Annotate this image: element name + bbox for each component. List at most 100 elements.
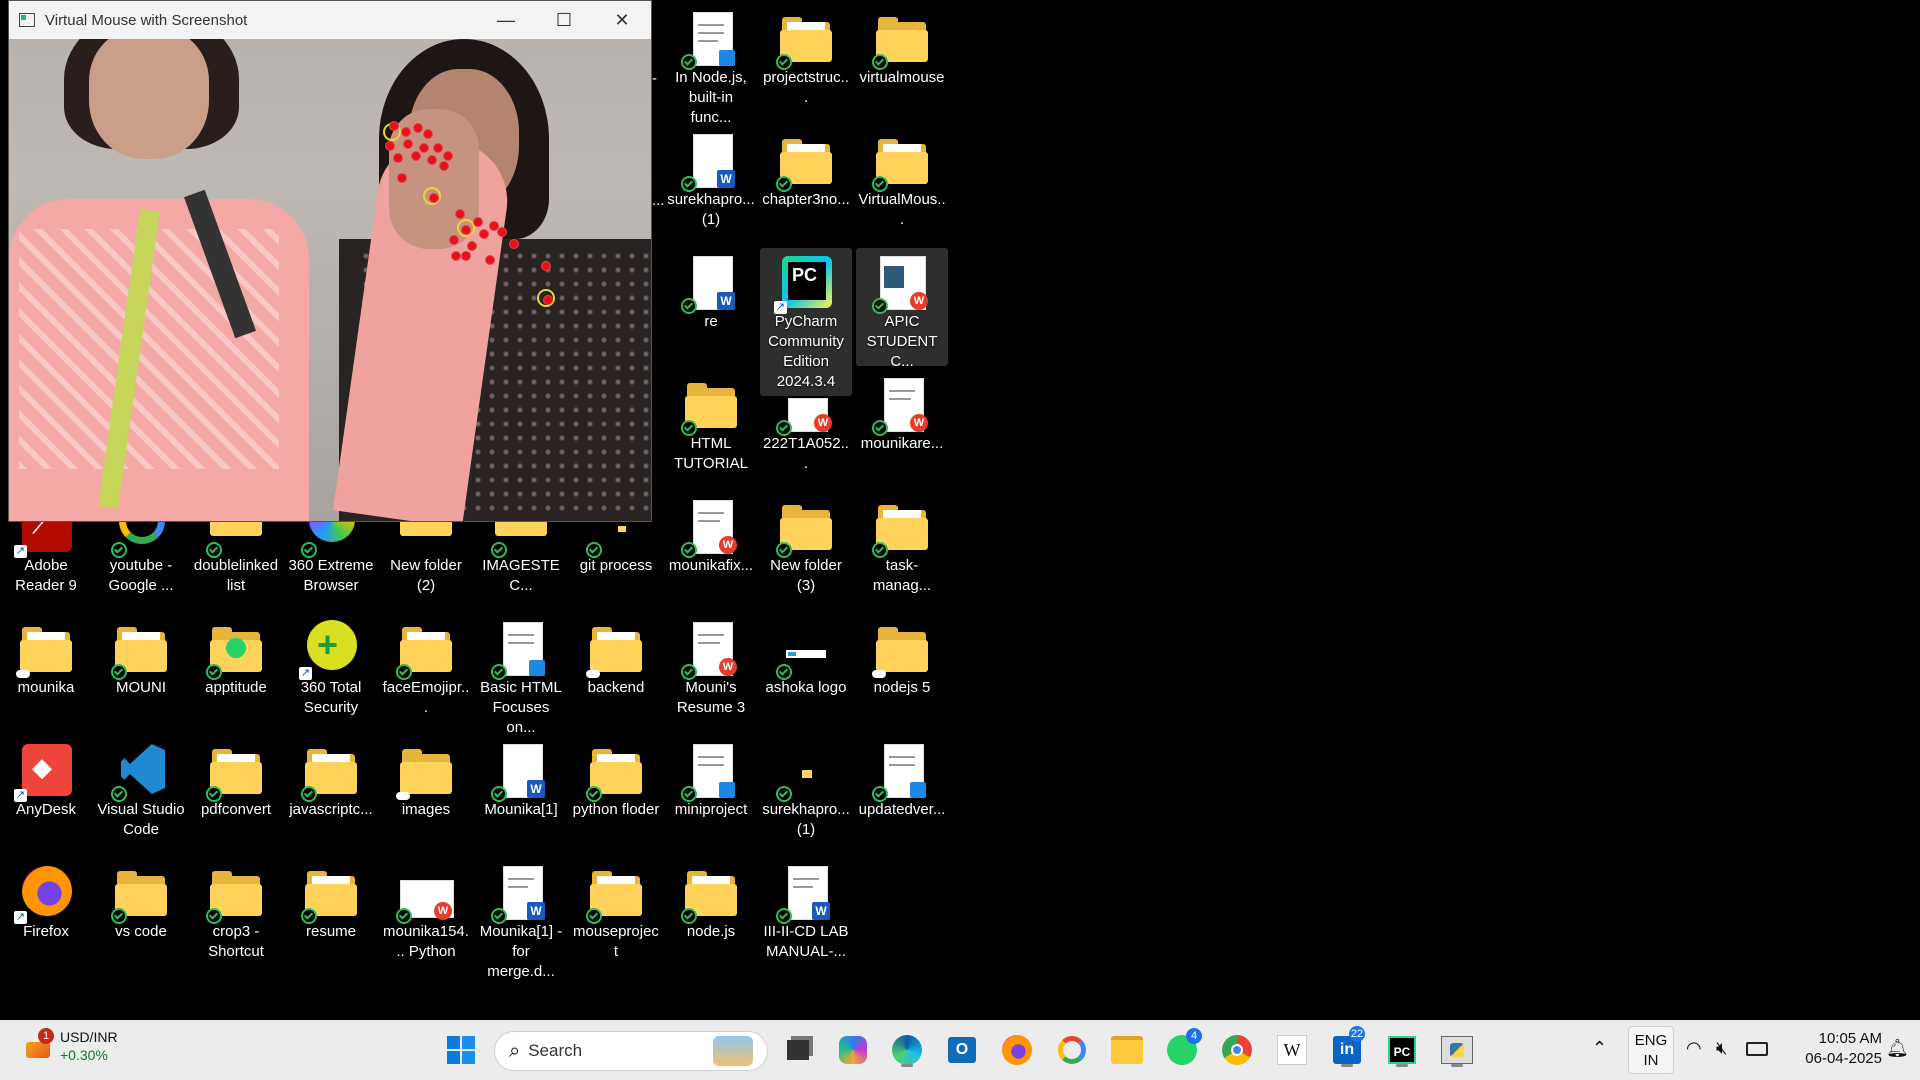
taskbar-search[interactable]: ⌕ Search <box>494 1031 768 1071</box>
desktop-icon-mounikafix[interactable]: W mounikafix... <box>665 492 757 610</box>
icon-label: Basic HTML Focuses on... <box>480 679 562 736</box>
notification-bell-icon[interactable]: 🔔︎ <box>1886 1038 1909 1059</box>
desktop-icon-vscode[interactable]: Visual Studio Code <box>95 736 187 854</box>
start-button[interactable] <box>441 1030 481 1070</box>
google-icon <box>1058 1036 1086 1064</box>
icon-label: apptitude <box>205 679 267 696</box>
folder-icon <box>586 864 644 924</box>
wifi-icon[interactable]: ◠ <box>1686 1038 1702 1059</box>
window-titlebar[interactable]: Virtual Mouse with Screenshot — ☐ ✕ <box>9 1 651 39</box>
image-icon <box>776 620 834 680</box>
icon-label: nodejs 5 <box>873 679 931 696</box>
desktop-icon-apptitude[interactable]: apptitude <box>190 614 282 732</box>
folder-icon <box>586 742 644 802</box>
desktop-icon-virtualmous2[interactable]: VirtualMous... <box>856 126 948 244</box>
icon-label: Adobe Reader 9 <box>15 557 77 594</box>
desktop-icon-mounis-resume[interactable]: W Mouni's Resume 3 <box>665 614 757 732</box>
icon-label: surekhapro... (1) <box>762 801 850 838</box>
desktop-icon-python-floder[interactable]: python floder <box>570 736 662 854</box>
taskbar-file-explorer[interactable] <box>1107 1030 1147 1070</box>
clock[interactable]: 10:05 AM 06-04-2025 <box>1772 1029 1882 1069</box>
taskbar-whatsapp[interactable]: 4 <box>1162 1028 1202 1070</box>
maximize-button[interactable]: ☐ <box>535 1 593 39</box>
desktop-icon-lab-manual[interactable]: W III-II-CD LAB MANUAL-... <box>760 858 852 976</box>
folder-icon <box>301 742 359 802</box>
desktop-icon-360-security[interactable]: + ↗ 360 Total Security <box>285 614 377 732</box>
window-title: Virtual Mouse with Screenshot <box>45 11 248 29</box>
desktop-icon-pycharm[interactable]: PC ↗ PyCharm Community Edition 2024.3.4 <box>760 248 852 396</box>
virtual-mouse-window[interactable]: Virtual Mouse with Screenshot — ☐ ✕ <box>8 0 652 522</box>
desktop-icon-html-tutorial[interactable]: HTML TUTORIAL <box>665 370 757 488</box>
desktop-icon-nodejs-doc[interactable]: In Node.js, built-in func... <box>665 4 757 126</box>
taskbar-pycharm[interactable]: PC <box>1382 1030 1422 1070</box>
desktop-icon-nodejs5[interactable]: nodejs 5 <box>856 614 948 732</box>
desktop-icon-mounika[interactable]: mounika <box>0 614 92 732</box>
desktop-icon-anydesk[interactable]: ◆ ↗ AnyDesk <box>0 736 92 854</box>
firefox-icon: ↗ <box>14 864 74 924</box>
icon-label: faceEmojipr... <box>382 679 470 716</box>
taskbar-chrome[interactable] <box>1217 1030 1257 1070</box>
copilot-icon <box>839 1036 867 1064</box>
taskbar-firefox[interactable] <box>997 1030 1037 1070</box>
desktop-icon-nodejs[interactable]: mouseproject <box>570 858 662 976</box>
desktop-icon-task-manag[interactable]: task-manag... <box>856 492 948 610</box>
minimize-button[interactable]: — <box>477 1 535 39</box>
desktop-icon-surekhapro[interactable]: W surekhapro... (1) <box>665 126 757 244</box>
desktop-icon-ashoka-logo[interactable]: ashoka logo <box>760 614 852 732</box>
speaker-muted-icon[interactable]: 🔇︎ <box>1716 1038 1727 1059</box>
vscode-icon <box>111 742 169 802</box>
desktop-icon-mouni[interactable]: MOUNI <box>95 614 187 732</box>
desktop-icon-javascriptc[interactable]: javascriptc... <box>285 736 377 854</box>
desktop-icon-crop3[interactable]: crop3 - Shortcut <box>190 858 282 976</box>
taskbar-outlook[interactable]: O <box>942 1030 982 1070</box>
desktop-icon-faceemoji[interactable]: faceEmojipr... <box>380 614 472 732</box>
desktop-icon-mounika1-merge[interactable]: W Mounika[1] - for merge.d... <box>475 858 567 980</box>
taskbar-copilot[interactable] <box>833 1030 873 1070</box>
desktop-icon-firefox[interactable]: ↗ Firefox <box>0 858 92 976</box>
desktop-icon-images[interactable]: images <box>380 736 472 854</box>
desktop-icon-virtualmouse[interactable]: virtualmouse <box>856 4 948 122</box>
icon-label: images <box>401 801 451 818</box>
desktop-icon-mounika154[interactable]: W mounika154... Python <box>380 858 472 976</box>
taskbar-wikipedia[interactable]: W <box>1272 1030 1312 1070</box>
outlook-icon: O <box>948 1037 976 1063</box>
chrome-icon <box>1222 1035 1252 1065</box>
stock-chart-icon: 1 <box>24 1028 54 1060</box>
desktop-icon-222t1a052[interactable]: W 222T1A052... <box>760 398 852 494</box>
desktop-icon-miniproject[interactable]: miniproject <box>665 736 757 854</box>
battery-icon[interactable] <box>1746 1042 1768 1056</box>
icon-label: 360 Total Security <box>300 679 362 716</box>
icon-label: 360 Extreme Browser <box>288 557 374 594</box>
desktop-icon-updatedver[interactable]: updatedver... <box>856 736 948 854</box>
language-indicator[interactable]: ENG IN <box>1628 1026 1674 1074</box>
icon-label: crop3 - Shortcut <box>208 923 264 960</box>
taskbar-python-idle[interactable] <box>1437 1030 1477 1070</box>
desktop-icon-projectstruc[interactable]: projectstruc... <box>760 4 852 122</box>
desktop-icon-vs-code-folder[interactable]: vs code <box>95 858 187 976</box>
desktop-icon-chapter3no[interactable]: chapter3no... <box>760 126 852 244</box>
taskbar-linkedin[interactable]: in 22 <box>1327 1026 1367 1070</box>
taskbar-task-view[interactable] <box>778 1030 818 1070</box>
taskbar: 1 USD/INR +0.30% ⌕ Search O 4 W in 22 PC… <box>0 1020 1920 1080</box>
chevron-up-icon[interactable]: ⌃ <box>1592 1038 1607 1059</box>
task-view-icon <box>787 1040 809 1060</box>
weather-stock-widget[interactable]: 1 USD/INR +0.30% <box>24 1028 118 1064</box>
desktop-icon-mounikare[interactable]: W mounikare... <box>856 370 948 488</box>
folder-icon <box>206 620 264 680</box>
desktop-icon-resume[interactable]: resume <box>285 858 377 976</box>
desktop-icon-pdfconvert[interactable]: pdfconvert <box>190 736 282 854</box>
close-button[interactable]: ✕ <box>593 1 651 39</box>
desktop-icon-backend[interactable]: backend <box>570 614 662 732</box>
desktop-icon-surekhapro-image[interactable]: surekhapro... (1) <box>760 736 852 854</box>
desktop-icon-apic-student[interactable]: W APIC STUDENT C... <box>856 248 948 370</box>
desktop-icon-basic-html[interactable]: Basic HTML Focuses on... <box>475 614 567 736</box>
taskbar-edge[interactable] <box>887 1030 927 1070</box>
desktop-icon-new-folder-3[interactable]: New folder (3) <box>760 492 852 610</box>
desktop-icon-mounika1[interactable]: W Mounika[1] <box>475 736 567 854</box>
icon-label: Visual Studio Code <box>97 801 185 838</box>
taskbar-google[interactable] <box>1052 1030 1092 1070</box>
desktop-icon-mouseproject[interactable]: node.js <box>665 858 757 976</box>
icon-label: Firefox <box>23 923 69 940</box>
desktop-icon-re[interactable]: W re <box>665 248 757 366</box>
notepad-doc-icon <box>491 620 549 680</box>
